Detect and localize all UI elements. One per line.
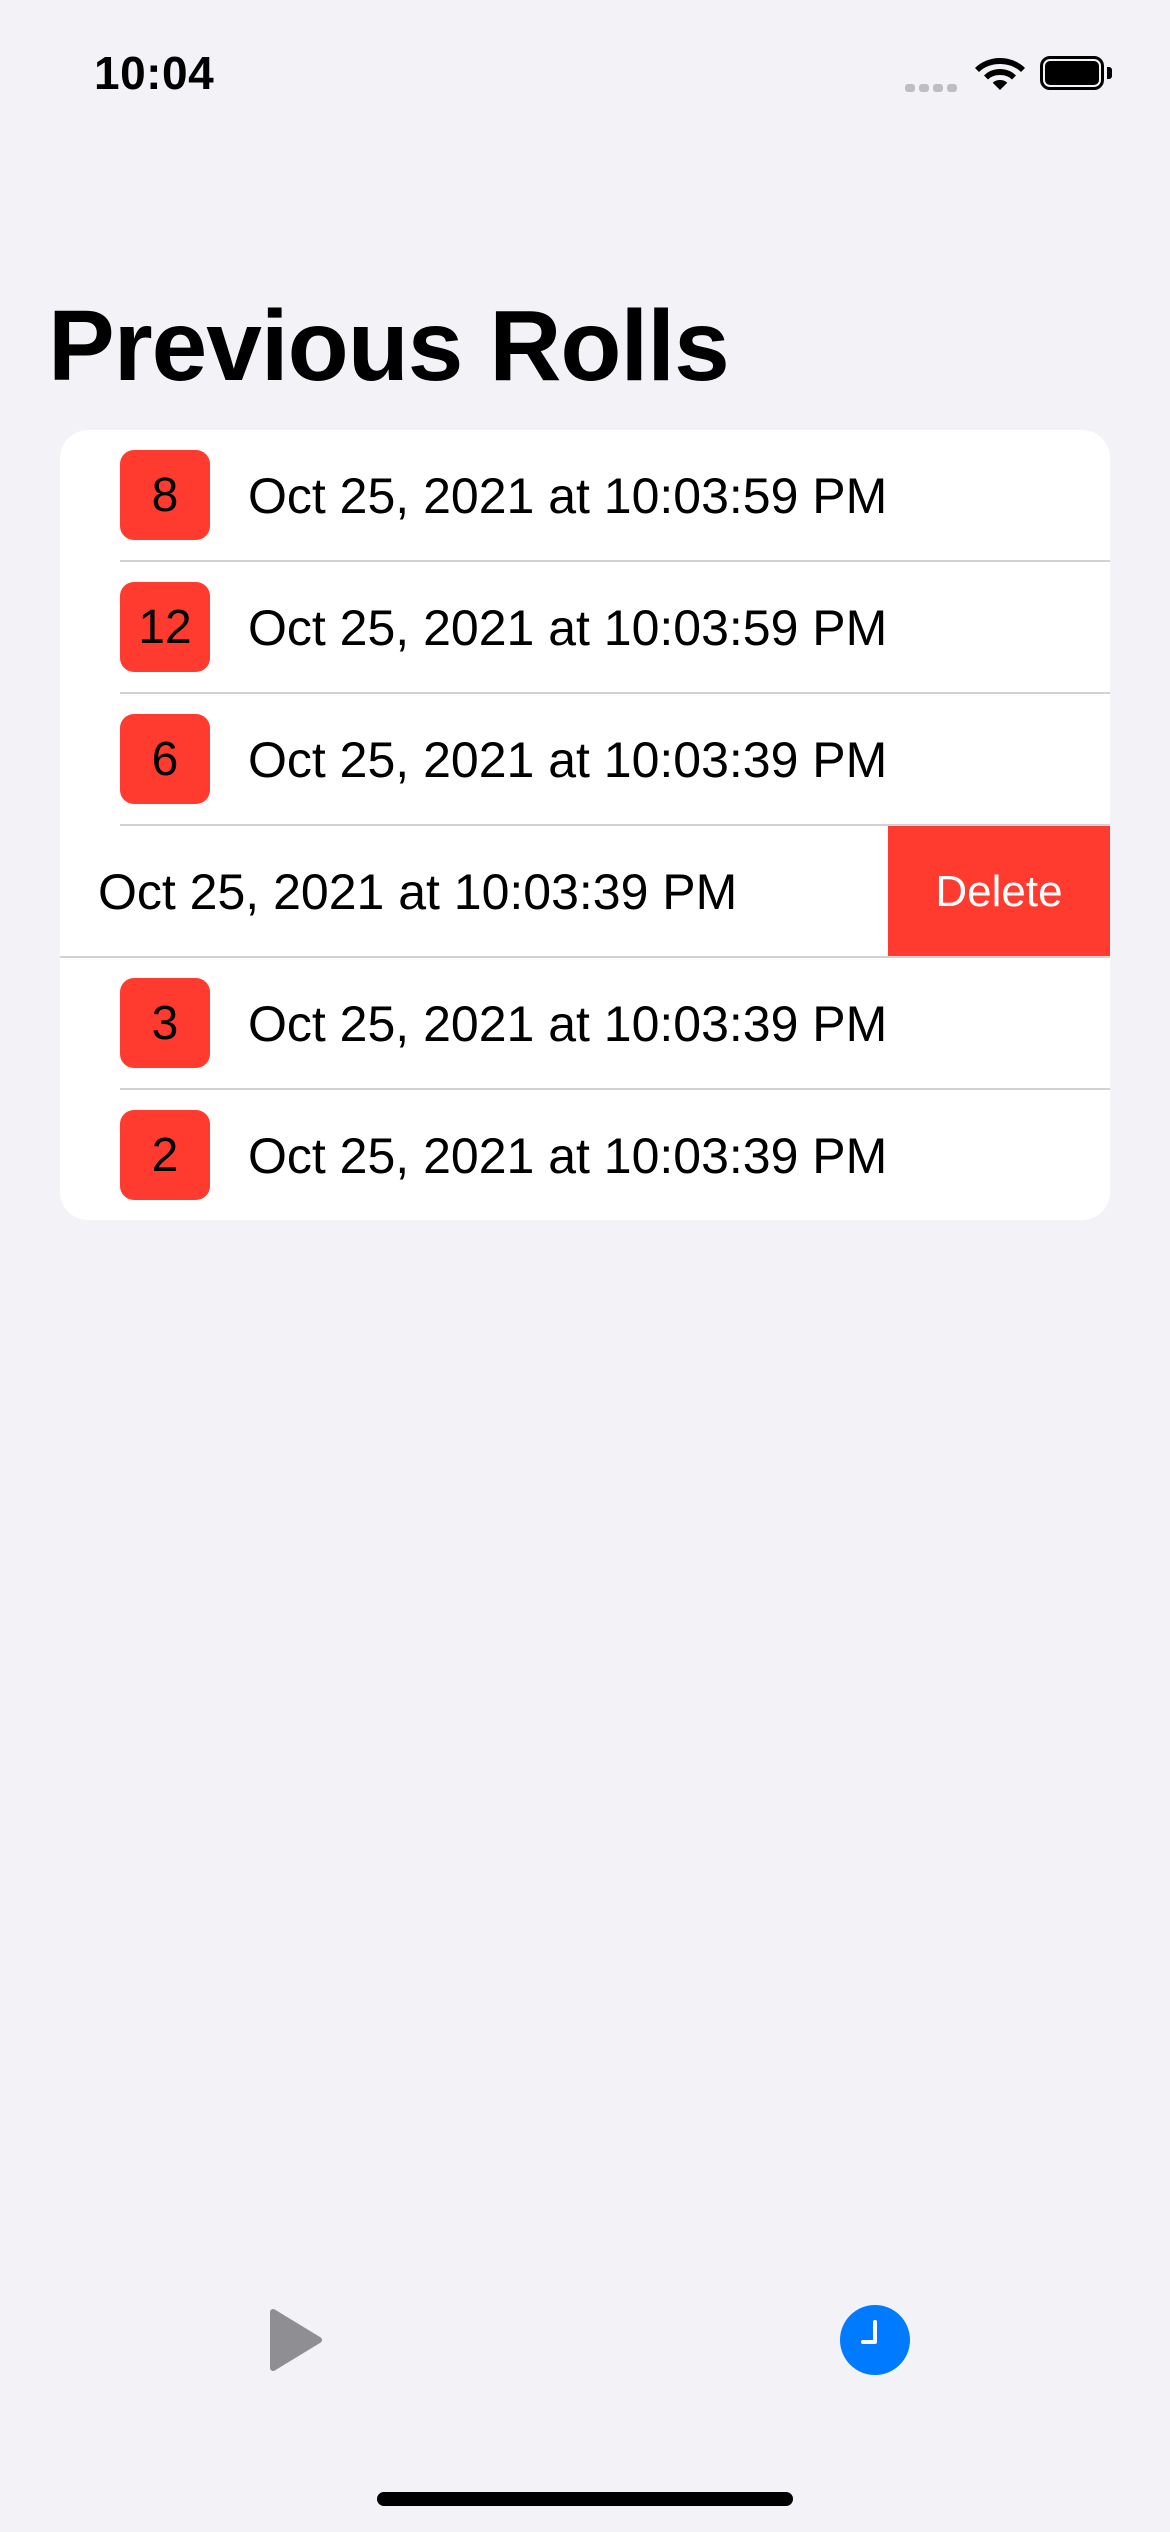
roll-value-badge: 2 [120, 1110, 210, 1200]
roll-date: Oct 25, 2021 at 10:03:59 PM [248, 600, 888, 656]
delete-button[interactable]: Delete [888, 826, 1110, 958]
tab-history[interactable] [835, 2300, 915, 2380]
wifi-icon [975, 58, 1025, 90]
status-time: 10:04 [94, 47, 215, 99]
roll-date: Oct 25, 2021 at 10:03:39 PM [248, 1128, 888, 1184]
status-bar: 10:04 [0, 0, 1170, 150]
roll-date: Oct 25, 2021 at 10:03:39 PM [248, 732, 888, 788]
tab-roll[interactable] [255, 2300, 335, 2380]
list-item[interactable]: 8 Oct 25, 2021 at 10:03:59 PM [60, 430, 1110, 562]
roll-value-badge: 12 [120, 582, 210, 672]
roll-date: Oct 25, 2021 at 10:03:39 PM [248, 996, 888, 1052]
tab-bar [0, 2290, 1170, 2390]
list-item[interactable]: 3 Oct 25, 2021 at 10:03:39 PM [60, 958, 1110, 1090]
home-indicator[interactable] [377, 2492, 793, 2506]
roll-date: Oct 25, 2021 at 10:03:59 PM [248, 468, 888, 524]
play-icon [270, 2309, 322, 2371]
list-item[interactable]: 2 Oct 25, 2021 at 10:03:39 PM [60, 1090, 1110, 1220]
roll-date: Oct 25, 2021 at 10:03:39 PM [98, 864, 738, 920]
list-item[interactable]: 12 Oct 25, 2021 at 10:03:59 PM [60, 562, 1110, 694]
clock-icon [840, 2305, 910, 2375]
roll-value-badge: 6 [120, 714, 210, 804]
page-title: Previous Rolls [48, 290, 730, 402]
list-item[interactable]: 6 Oct 25, 2021 at 10:03:39 PM [60, 694, 1110, 826]
swiped-list-item[interactable]: Oct 25, 2021 at 10:03:39 PM Delete [60, 826, 1110, 958]
battery-icon [1040, 56, 1114, 90]
swiped-row-content[interactable]: Oct 25, 2021 at 10:03:39 PM [60, 826, 960, 958]
roll-value-badge: 8 [120, 450, 210, 540]
roll-value-badge: 3 [120, 978, 210, 1068]
rolls-list: 8 Oct 25, 2021 at 10:03:59 PM 12 Oct 25,… [60, 430, 1110, 1220]
cellular-signal-icon [905, 80, 959, 92]
